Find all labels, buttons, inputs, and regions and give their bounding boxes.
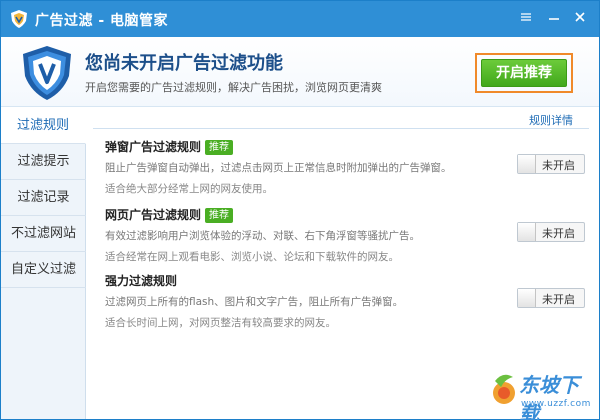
sidebar-item-filter-tips[interactable]: 过滤提示	[1, 144, 86, 180]
rule-popup-ads: 弹窗广告过滤规则 推荐 阻止广告弹窗自动弹出，过滤点击网页上正常信息时附加弹出的广…	[105, 138, 585, 196]
banner-title: 您尚未开启广告过滤功能	[85, 53, 283, 74]
rule-note: 适合绝大部分经常上网的网友使用。	[105, 183, 273, 195]
sidebar-item-custom-filter[interactable]: 自定义过滤	[1, 252, 86, 288]
enable-recommended-button[interactable]: 开启推荐	[481, 59, 567, 87]
toggle-label: 未开启	[542, 227, 575, 240]
settings-icon[interactable]	[513, 7, 539, 27]
rule-toggle[interactable]: 未开启	[517, 222, 585, 242]
minimize-icon[interactable]	[541, 7, 567, 27]
rule-description: 过滤网页上所有的flash、图片和文字广告，阻止所有广告弹窗。	[105, 296, 404, 308]
rule-toggle[interactable]: 未开启	[517, 154, 585, 174]
recommended-badge: 推荐	[205, 140, 234, 155]
enable-button-highlight: 开启推荐	[475, 53, 573, 93]
rule-title: 强力过滤规则	[105, 274, 178, 288]
watermark-logo-icon	[489, 369, 519, 416]
toggle-knob	[518, 223, 536, 241]
app-logo-icon	[9, 9, 29, 29]
window-title: 广告过滤 - 电脑管家	[35, 13, 169, 29]
rules-detail-link[interactable]: 规则详情	[529, 112, 573, 128]
divider	[93, 128, 589, 129]
rule-note: 适合长时间上网，对网页整洁有较高要求的网友。	[105, 317, 336, 329]
rule-note: 适合经常在网上观看电影、浏览小说、论坛和下载软件的网友。	[105, 251, 399, 263]
sidebar-item-filter-rules[interactable]: 过滤规则	[1, 108, 86, 144]
banner-subtitle: 开启您需要的广告过滤规则，解决广告困扰，浏览网页更清爽	[85, 81, 382, 94]
rule-webpage-ads: 网页广告过滤规则 推荐 有效过滤影响用户浏览体验的浮动、对联、右下角浮窗等骚扰广告…	[105, 206, 585, 264]
sidebar-item-whitelist[interactable]: 不过滤网站	[1, 216, 86, 252]
app-window: 广告过滤 - 电脑管家 您尚未开启广告过滤功能 开启您需要的广告过滤规则，解决广…	[0, 0, 600, 420]
toggle-label: 未开启	[542, 293, 575, 306]
rule-description: 阻止广告弹窗自动弹出，过滤点击网页上正常信息时附加弹出的广告弹窗。	[105, 162, 452, 174]
status-banner: 您尚未开启广告过滤功能 开启您需要的广告过滤规则，解决广告困扰，浏览网页更清爽 …	[1, 37, 599, 107]
sidebar-item-filter-log[interactable]: 过滤记录	[1, 180, 86, 216]
recommended-badge: 推荐	[205, 208, 234, 223]
toggle-knob	[518, 155, 536, 173]
shield-icon	[19, 44, 75, 102]
toggle-label: 未开启	[542, 159, 575, 172]
title-bar[interactable]: 广告过滤 - 电脑管家	[1, 1, 599, 37]
close-icon[interactable]	[567, 7, 593, 27]
rule-toggle[interactable]: 未开启	[517, 288, 585, 308]
sidebar: 过滤规则 过滤提示 过滤记录 不过滤网站 自定义过滤	[1, 108, 86, 419]
rule-description: 有效过滤影响用户浏览体验的浮动、对联、右下角浮窗等骚扰广告。	[105, 230, 420, 242]
rule-title: 网页广告过滤规则	[105, 208, 202, 222]
watermark-url: www.uzzf.com	[521, 399, 591, 409]
rule-title: 弹窗广告过滤规则	[105, 140, 202, 154]
rule-strong-filter: 强力过滤规则 过滤网页上所有的flash、图片和文字广告，阻止所有广告弹窗。 适…	[105, 272, 585, 330]
toggle-knob	[518, 289, 536, 307]
watermark-text: 东坡下载	[519, 373, 579, 420]
site-watermark: 东坡下载 www.uzzf.com	[489, 363, 595, 420]
